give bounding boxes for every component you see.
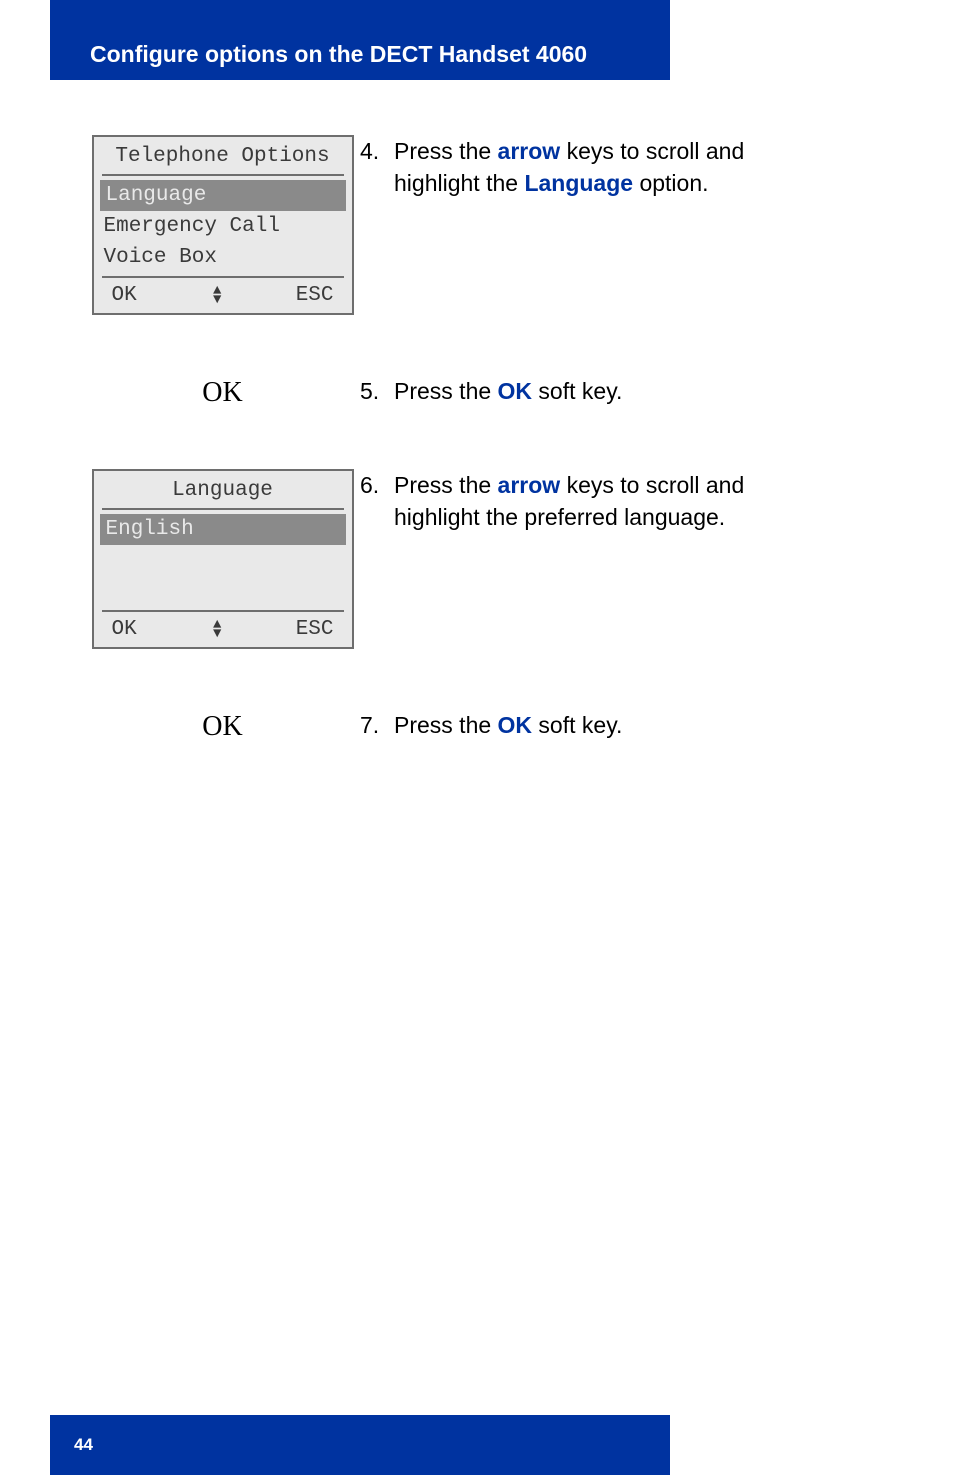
step7-post: soft key.	[532, 712, 622, 738]
step4-text: Press the arrow keys to scroll and highl…	[394, 135, 834, 199]
phone1-item-emergency: Emergency Call	[94, 211, 352, 242]
phone2-list: English	[94, 514, 352, 610]
step4-kw-language: Language	[524, 170, 633, 196]
step5-pre: Press the	[394, 378, 498, 404]
step5-text: Press the OK soft key.	[394, 375, 622, 407]
step4: 4. Press the arrow keys to scroll and hi…	[360, 135, 834, 199]
page: Configure options on the DECT Handset 40…	[0, 0, 954, 1475]
phone1-softkey-ok: OK	[112, 284, 137, 307]
step4-kw-arrow: arrow	[498, 138, 561, 164]
step6-number: 6.	[360, 469, 394, 533]
footer-bar: 44	[50, 1415, 670, 1475]
header-title: Configure options on the DECT Handset 40…	[90, 41, 587, 68]
row-step6: Language English OK ESC 6. Press the arr…	[85, 469, 834, 649]
figure-ok1: OK	[85, 375, 360, 409]
header-bar: Configure options on the DECT Handset 40…	[50, 0, 670, 80]
figure-phone2: Language English OK ESC	[85, 469, 360, 649]
phone1-item-voicebox: Voice Box	[94, 242, 352, 273]
phone2-softkeys: OK ESC	[102, 610, 344, 647]
phone2-softkey-ok: OK	[112, 618, 137, 641]
figure-phone1: Telephone Options Language Emergency Cal…	[85, 135, 360, 315]
ok-label-1: OK	[202, 377, 242, 409]
phone1-softkeys: OK ESC	[102, 276, 344, 313]
step7-pre: Press the	[394, 712, 498, 738]
step5-number: 5.	[360, 375, 394, 407]
phone2-item-english: English	[100, 514, 346, 545]
step5-post: soft key.	[532, 378, 622, 404]
figure-ok2: OK	[85, 709, 360, 743]
step6: 6. Press the arrow keys to scroll and hi…	[360, 469, 834, 533]
phone1-softkey-esc: ESC	[296, 284, 334, 307]
page-number: 44	[74, 1435, 93, 1455]
step7: 7. Press the OK soft key.	[360, 709, 834, 741]
step7-number: 7.	[360, 709, 394, 741]
phone-screen-language: Language English OK ESC	[92, 469, 354, 649]
phone-screen-telephone-options: Telephone Options Language Emergency Cal…	[92, 135, 354, 315]
updown-arrows-icon	[213, 621, 219, 638]
step4-post: option.	[633, 170, 708, 196]
step6-text: Press the arrow keys to scroll and highl…	[394, 469, 834, 533]
step5: 5. Press the OK soft key.	[360, 375, 834, 407]
step6-kw-arrow: arrow	[498, 472, 561, 498]
step6-pre: Press the	[394, 472, 498, 498]
step5-kw-ok: OK	[498, 378, 533, 404]
phone2-title: Language	[102, 471, 344, 510]
content-area: Telephone Options Language Emergency Cal…	[85, 135, 834, 803]
step4-pre: Press the	[394, 138, 498, 164]
row-step7: OK 7. Press the OK soft key.	[85, 709, 834, 743]
phone1-list: Language Emergency Call Voice Box	[94, 180, 352, 276]
step4-number: 4.	[360, 135, 394, 199]
phone1-title: Telephone Options	[102, 137, 344, 176]
step7-kw-ok: OK	[498, 712, 533, 738]
updown-arrows-icon	[213, 287, 219, 304]
phone1-item-language: Language	[100, 180, 346, 211]
phone2-softkey-esc: ESC	[296, 618, 334, 641]
step7-text: Press the OK soft key.	[394, 709, 622, 741]
ok-label-2: OK	[202, 711, 242, 743]
row-step5: OK 5. Press the OK soft key.	[85, 375, 834, 409]
row-step4: Telephone Options Language Emergency Cal…	[85, 135, 834, 315]
